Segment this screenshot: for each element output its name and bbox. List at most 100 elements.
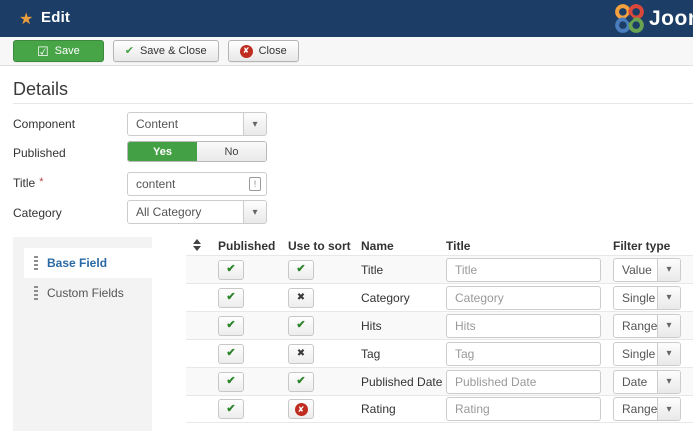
app-window: ★ Edit Joomla ☑ Save ✔ Save & Close ✘ Cl… xyxy=(0,0,693,431)
joomla-logo-icon xyxy=(615,4,644,33)
save-button[interactable]: ☑ Save xyxy=(13,40,104,62)
field-name: Tag xyxy=(361,346,381,361)
caret-down-icon: ▾ xyxy=(657,258,680,281)
apply-checkbox-icon: ☑ xyxy=(37,43,49,59)
table-row: Tag Single▾ xyxy=(186,339,693,367)
caret-down-icon: ▾ xyxy=(657,314,680,337)
published-label: Published xyxy=(13,146,66,160)
published-toggle-button[interactable] xyxy=(218,287,244,308)
field-title-input[interactable] xyxy=(446,285,601,310)
caret-down-icon: ▾ xyxy=(657,286,680,309)
close-button-label: Close xyxy=(258,45,287,57)
published-toggle: Yes No xyxy=(127,141,267,162)
published-toggle-button[interactable] xyxy=(218,343,244,364)
use-to-sort-toggle-button[interactable] xyxy=(288,344,314,364)
field-name: Title xyxy=(361,262,384,277)
drag-handle-icon xyxy=(34,256,38,270)
caret-down-icon: ▾ xyxy=(657,342,680,365)
filter-type-select[interactable]: Single ▾ xyxy=(613,341,681,366)
field-name: Hits xyxy=(361,318,382,333)
filter-type-value: Value xyxy=(622,262,652,277)
field-name: Rating xyxy=(361,402,396,416)
use-to-sort-toggle-button[interactable] xyxy=(288,259,314,280)
save-and-close-label: Save & Close xyxy=(139,45,207,57)
save-button-label: Save xyxy=(54,45,80,57)
use-to-sort-toggle-button[interactable] xyxy=(288,315,314,336)
filter-type-select[interactable]: Value ▾ xyxy=(613,257,681,282)
tab-custom-fields-label: Custom Fields xyxy=(47,286,124,300)
sort-order-icon[interactable] xyxy=(193,238,201,251)
table-body: Title Value▾ Category Single▾ Hits Range… xyxy=(186,255,693,423)
drag-handle-icon xyxy=(34,286,38,300)
component-select-value: Content xyxy=(136,117,179,131)
details-heading: Details xyxy=(13,79,69,99)
details-divider xyxy=(13,103,693,104)
table-row: Rating Range▾ xyxy=(186,395,693,423)
published-toggle-button[interactable] xyxy=(218,371,244,392)
field-title-input[interactable] xyxy=(446,313,601,338)
check-icon: ✔ xyxy=(124,44,134,57)
field-name: Category xyxy=(361,290,410,305)
category-label: Category xyxy=(13,206,62,220)
joomla-logo-text: Joomla xyxy=(649,6,693,30)
published-toggle-button[interactable] xyxy=(218,259,244,280)
table-header-row: Published Use to sort Name Title Filter … xyxy=(186,237,693,255)
field-title-input[interactable] xyxy=(446,369,601,394)
use-to-sort-toggle-button[interactable] xyxy=(288,399,314,420)
filter-type-value: Date xyxy=(622,374,648,389)
caret-down-icon: ▾ xyxy=(243,113,266,135)
tab-base-field-label: Base Field xyxy=(47,256,108,270)
star-icon: ★ xyxy=(19,11,34,28)
field-warning-icon: ! xyxy=(249,177,261,191)
title-label: Title * xyxy=(13,176,44,190)
joomla-logo: Joomla xyxy=(615,4,693,33)
filter-type-value: Single xyxy=(622,346,656,361)
titlebar: ★ Edit Joomla xyxy=(0,0,693,37)
caret-down-icon: ▾ xyxy=(243,201,266,223)
filter-type-select[interactable]: Date ▾ xyxy=(613,369,681,394)
col-filter-type: Filter type xyxy=(613,239,671,253)
field-title-input[interactable] xyxy=(446,397,601,421)
caret-down-icon: ▾ xyxy=(657,370,680,393)
table-row: Category Single▾ xyxy=(186,283,693,311)
save-and-close-button[interactable]: ✔ Save & Close xyxy=(112,40,219,62)
table-row: Title Value ▾ xyxy=(186,255,693,283)
title-label-text: Title xyxy=(13,176,36,190)
filter-type-select[interactable]: Range ▾ xyxy=(613,397,681,421)
col-use-to-sort: Use to sort xyxy=(288,239,351,253)
tab-custom-fields[interactable]: Custom Fields xyxy=(24,278,152,308)
published-no-button[interactable]: No xyxy=(197,142,266,161)
field-title-input[interactable] xyxy=(446,257,601,282)
filter-type-value: Range xyxy=(622,402,657,416)
field-name: Published Date xyxy=(361,374,443,389)
title-input[interactable] xyxy=(127,172,267,196)
component-select[interactable]: Content ▾ xyxy=(127,112,267,136)
fields-table: Published Use to sort Name Title Filter … xyxy=(186,237,693,423)
toolbar: ☑ Save ✔ Save & Close ✘ Close xyxy=(0,37,693,66)
published-toggle-button[interactable] xyxy=(218,399,244,420)
published-yes-button[interactable]: Yes xyxy=(128,142,197,161)
filter-type-value: Range xyxy=(622,318,657,333)
col-title: Title xyxy=(446,239,471,253)
use-to-sort-toggle-button[interactable] xyxy=(288,371,314,392)
required-asterisk: * xyxy=(39,176,44,188)
component-label: Component xyxy=(13,117,76,131)
field-title-input[interactable] xyxy=(446,341,601,366)
filter-type-select[interactable]: Range ▾ xyxy=(613,313,681,338)
category-select[interactable]: All Category ▾ xyxy=(127,200,267,224)
close-button[interactable]: ✘ Close xyxy=(227,40,299,62)
col-name: Name xyxy=(361,239,394,253)
cancel-circle-icon: ✘ xyxy=(239,44,253,58)
category-select-value: All Category xyxy=(136,205,202,219)
field-group-sidebar: Base Field Custom Fields xyxy=(13,237,162,431)
filter-type-select[interactable]: Single ▾ xyxy=(613,285,681,310)
caret-down-icon: ▾ xyxy=(657,398,680,420)
use-to-sort-toggle-button[interactable] xyxy=(288,288,314,308)
tab-base-field[interactable]: Base Field xyxy=(24,248,162,278)
published-toggle-button[interactable] xyxy=(218,315,244,336)
col-published: Published xyxy=(218,239,276,253)
filter-type-value: Single xyxy=(622,290,656,305)
page-title: Edit xyxy=(41,9,71,26)
table-row: Hits Range▾ xyxy=(186,311,693,339)
table-row: Published Date Date ▾ xyxy=(186,367,693,395)
